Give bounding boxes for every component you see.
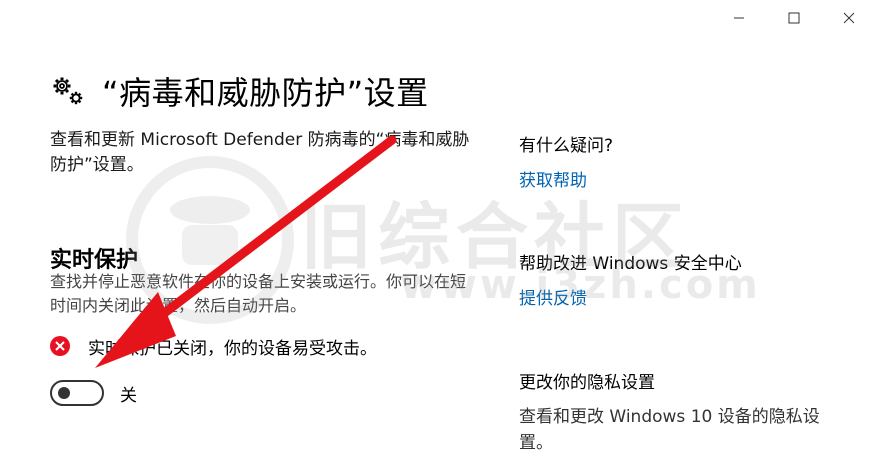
minimize-icon bbox=[734, 17, 744, 19]
maximize-button[interactable] bbox=[771, 0, 817, 36]
questions-heading: 有什么疑问? bbox=[519, 136, 614, 156]
toggle-knob bbox=[58, 387, 70, 399]
get-help-link[interactable]: 获取帮助 bbox=[519, 166, 587, 191]
page-description: 查看和更新 Microsoft Defender 防病毒的“病毒和威胁防护”设置… bbox=[50, 130, 470, 175]
settings-window: “病毒和威胁防护”设置 查看和更新 Microsoft Defender 防病毒… bbox=[0, 0, 871, 458]
realtime-protection-description: 查找并停止恶意软件在你的设备上安装或运行。你可以在短时间内关闭此设置，然后自动开… bbox=[50, 272, 467, 315]
error-icon bbox=[50, 336, 70, 356]
privacy-description: 查看和更改 Windows 10 设备的隐私设置。 bbox=[519, 407, 820, 453]
toggle-state-label: 关 bbox=[120, 385, 137, 406]
maximize-icon bbox=[788, 12, 800, 24]
page-title: “病毒和威胁防护”设置 bbox=[102, 74, 429, 112]
close-icon bbox=[843, 12, 855, 24]
realtime-protection-toggle[interactable] bbox=[50, 380, 104, 406]
page-header: “病毒和威胁防护”设置 bbox=[50, 66, 429, 116]
minimize-button[interactable] bbox=[716, 0, 762, 36]
give-feedback-link[interactable]: 提供反馈 bbox=[519, 284, 587, 309]
realtime-warning: 实时保护已关闭，你的设备易受攻击。 bbox=[50, 332, 377, 360]
privacy-heading: 更改你的隐私设置 bbox=[519, 373, 655, 393]
realtime-toggle-row: 关 bbox=[50, 378, 137, 408]
gears-icon bbox=[53, 77, 83, 105]
close-button[interactable] bbox=[826, 0, 871, 36]
improve-heading: 帮助改进 Windows 安全中心 bbox=[519, 254, 742, 274]
warning-text: 实时保护已关闭，你的设备易受攻击。 bbox=[88, 338, 377, 359]
